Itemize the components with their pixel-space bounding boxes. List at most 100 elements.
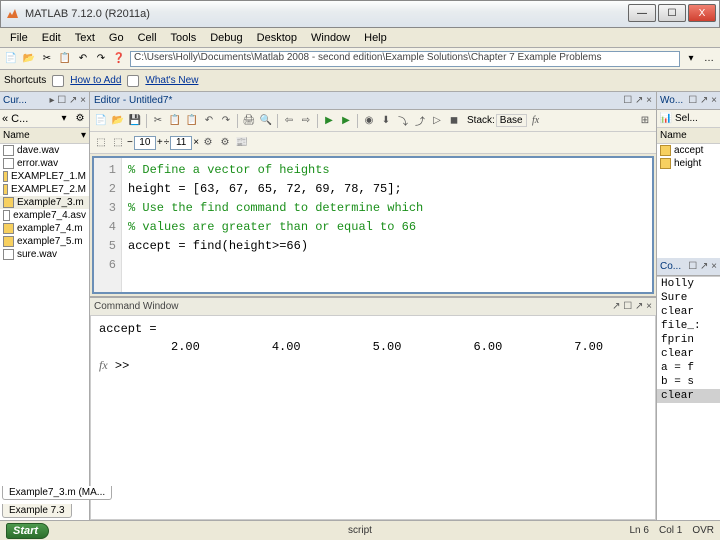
run-icon[interactable]: ▶ — [321, 113, 337, 129]
cut-icon[interactable]: ✂ — [40, 52, 54, 66]
paste-icon[interactable]: 📋 — [184, 113, 200, 129]
menu-file[interactable]: File — [4, 30, 34, 46]
file-row[interactable]: sure.wav — [0, 248, 89, 261]
cell-prev-icon[interactable]: ⬚ — [93, 135, 109, 151]
history-item[interactable]: Sure — [657, 291, 720, 305]
menu-help[interactable]: Help — [358, 30, 393, 46]
run-section-icon[interactable]: ▶ — [338, 113, 354, 129]
history-item[interactable]: file_: — [657, 319, 720, 333]
minimize-button[interactable]: — — [628, 4, 656, 22]
cut-icon[interactable]: ✂ — [150, 113, 166, 129]
history-list[interactable]: HollySureclearfile_:fprincleara = fb = s… — [657, 276, 720, 520]
history-item[interactable]: clear — [657, 389, 720, 403]
save-icon[interactable]: 💾 — [127, 113, 143, 129]
help-icon[interactable]: ❓ — [112, 52, 126, 66]
tab-example-file[interactable]: Example7_3.m (MA... — [2, 486, 112, 500]
file-row[interactable]: example7_5.m — [0, 235, 89, 248]
history-controls[interactable]: ☐ ↗ × — [688, 261, 717, 272]
open-icon[interactable]: 📂 — [110, 113, 126, 129]
plot-icon[interactable]: 📊 — [659, 112, 673, 126]
cell-num-2[interactable] — [170, 136, 192, 150]
shortcuts-bar: Shortcuts How to Add What's New — [0, 70, 720, 92]
chevron-down-icon[interactable]: ▾ — [57, 112, 71, 126]
menu-desktop[interactable]: Desktop — [251, 30, 303, 46]
workspace-list-header[interactable]: Name — [657, 128, 720, 144]
copy-icon[interactable]: 📋 — [58, 52, 72, 66]
center-column: Editor - Untitled7* ☐ ↗ × 📄 📂 💾 ✂ 📋 📋 ↶ … — [90, 92, 656, 520]
file-name: dave.wav — [17, 145, 59, 156]
history-item[interactable]: clear — [657, 347, 720, 361]
status-line: Ln 6 — [630, 525, 649, 536]
cell-next-icon[interactable]: ⬚ — [110, 135, 126, 151]
file-row[interactable]: example7_4.m — [0, 222, 89, 235]
print-icon[interactable]: 🖨 — [241, 113, 257, 129]
file-row[interactable]: example7_4.asv — [0, 209, 89, 222]
shortcut-howto[interactable]: How to Add — [70, 75, 121, 86]
start-button[interactable]: Start — [6, 523, 49, 539]
undo-icon[interactable]: ↶ — [76, 52, 90, 66]
new-file-icon[interactable]: 📄 — [4, 52, 18, 66]
open-file-icon[interactable]: 📂 — [22, 52, 36, 66]
step-out-icon[interactable]: ⤴ — [412, 113, 428, 129]
workspace-var[interactable]: accept — [657, 144, 720, 157]
editor-body[interactable]: 123456 % Define a vector of heights heig… — [92, 156, 654, 294]
browse-icon[interactable]: … — [702, 52, 716, 66]
history-item[interactable]: Holly — [657, 277, 720, 291]
cell-num-1[interactable] — [134, 136, 156, 150]
file-row[interactable]: EXAMPLE7_1.M — [0, 170, 89, 183]
find-icon[interactable]: 🔍 — [258, 113, 274, 129]
cell-tool-icon[interactable]: ⚙ — [200, 135, 216, 151]
tab-example-name[interactable]: Example 7.3 — [2, 504, 72, 518]
menu-edit[interactable]: Edit — [36, 30, 67, 46]
shortcut-whatsnew[interactable]: What's New — [145, 75, 198, 86]
step-icon[interactable]: ⬇ — [378, 113, 394, 129]
history-item[interactable]: clear — [657, 305, 720, 319]
cmd-win-controls[interactable]: ↗ ☐ ↗ × — [612, 301, 652, 312]
stop-icon[interactable]: ◼ — [446, 113, 462, 129]
workspace-var[interactable]: height — [657, 157, 720, 170]
redo-icon[interactable]: ↷ — [218, 113, 234, 129]
file-row[interactable]: dave.wav — [0, 144, 89, 157]
gear-icon[interactable]: ⚙ — [73, 112, 87, 126]
file-row[interactable]: Example7_3.m — [0, 196, 89, 209]
back-icon[interactable]: ⇦ — [281, 113, 297, 129]
command-window-body[interactable]: accept = 2.00 4.00 5.00 6.00 7.00 fx >> — [90, 316, 656, 520]
history-item[interactable]: a = f — [657, 361, 720, 375]
fx-icon[interactable]: fx — [528, 113, 544, 129]
path-dropdown-icon[interactable]: ▾ — [684, 52, 698, 66]
history-item[interactable]: fprin — [657, 333, 720, 347]
menu-debug[interactable]: Debug — [204, 30, 248, 46]
history-item[interactable]: b = s — [657, 375, 720, 389]
select-label[interactable]: Sel... — [675, 113, 698, 124]
new-icon[interactable]: 📄 — [93, 113, 109, 129]
maximize-button[interactable]: ☐ — [658, 4, 686, 22]
continue-icon[interactable]: ▷ — [429, 113, 445, 129]
undo-icon[interactable]: ↶ — [201, 113, 217, 129]
file-row[interactable]: error.wav — [0, 157, 89, 170]
editor-window-controls[interactable]: ☐ ↗ × — [623, 95, 652, 106]
publish-icon[interactable]: 📰 — [234, 135, 250, 151]
dock-icon[interactable]: ⊞ — [637, 113, 653, 129]
fx-prompt-icon[interactable]: fx — [99, 358, 108, 372]
panel-menu-icon[interactable]: ▸ ☐ ↗ × — [49, 95, 86, 106]
chevron-down-icon[interactable]: ▾ — [81, 130, 86, 141]
file-list-header[interactable]: Name ▾ — [0, 128, 89, 144]
folder-combo[interactable]: « C... ▾ ⚙ — [0, 110, 89, 128]
file-row[interactable]: EXAMPLE7_2.M — [0, 183, 89, 196]
workspace-controls[interactable]: ☐ ↗ × — [688, 95, 717, 106]
copy-icon[interactable]: 📋 — [167, 113, 183, 129]
menu-tools[interactable]: Tools — [165, 30, 203, 46]
breakpoint-icon[interactable]: ◉ — [361, 113, 377, 129]
cell-tool2-icon[interactable]: ⚙ — [217, 135, 233, 151]
current-path[interactable]: C:\Users\Holly\Documents\Matlab 2008 - s… — [130, 51, 680, 67]
close-button[interactable]: X — [688, 4, 716, 22]
menu-text[interactable]: Text — [69, 30, 101, 46]
step-in-icon[interactable]: ⤵ — [395, 113, 411, 129]
menu-window[interactable]: Window — [305, 30, 356, 46]
forward-icon[interactable]: ⇨ — [298, 113, 314, 129]
stack-base[interactable]: Base — [496, 114, 527, 127]
code-area[interactable]: % Define a vector of heights height = [6… — [122, 158, 652, 292]
menu-go[interactable]: Go — [103, 30, 130, 46]
redo-icon[interactable]: ↷ — [94, 52, 108, 66]
menu-cell[interactable]: Cell — [132, 30, 163, 46]
